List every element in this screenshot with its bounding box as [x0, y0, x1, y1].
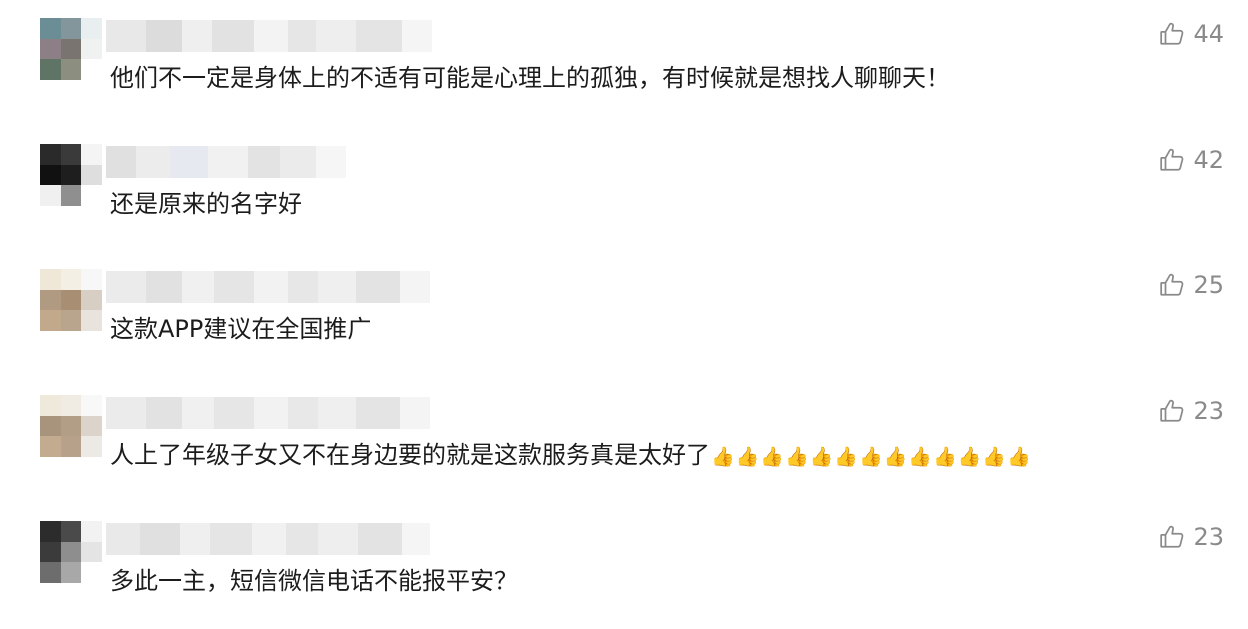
- like-count: 44: [1193, 20, 1224, 48]
- comment-item: 多此一主，短信微信电话不能报平安？ 23: [0, 503, 1248, 629]
- thumbs-up-emoji: 👍: [711, 446, 735, 468]
- emoji-row: 👍👍👍👍👍👍👍👍👍👍👍👍👍: [710, 441, 1031, 469]
- thumbs-up-emoji: 👍: [933, 446, 957, 468]
- username-blurred[interactable]: [106, 146, 346, 178]
- avatar[interactable]: [40, 395, 102, 457]
- comment-item: 还是原来的名字好 42: [0, 126, 1248, 252]
- avatar[interactable]: [40, 269, 102, 331]
- like-button[interactable]: 44: [1159, 20, 1224, 48]
- like-count: 42: [1193, 146, 1224, 174]
- like-button[interactable]: 25: [1159, 271, 1224, 299]
- comment-text: 人上了年级子女又不在身边要的就是这款服务真是太好了👍👍👍👍👍👍👍👍👍👍👍👍👍: [110, 439, 1031, 473]
- comment-item: 这款APP建议在全国推广 25: [0, 251, 1248, 377]
- comment-text: 这款APP建议在全国推广: [110, 315, 372, 343]
- thumbs-up-emoji: 👍: [908, 446, 933, 468]
- thumbs-up-emoji: 👍: [809, 446, 834, 468]
- avatar[interactable]: [40, 144, 102, 206]
- thumbs-up-icon: [1160, 525, 1184, 548]
- thumbs-up-emoji: 👍: [785, 446, 809, 468]
- username-blurred[interactable]: [106, 397, 430, 429]
- comment-text: 他们不一定是身体上的不适有可能是心理上的孤独，有时候就是想找人聊聊天！: [110, 64, 950, 92]
- like-button[interactable]: 42: [1159, 146, 1224, 174]
- thumbs-up-emoji: 👍: [982, 446, 1007, 468]
- comment-text: 还是原来的名字好: [110, 190, 302, 218]
- comment-item: 人上了年级子女又不在身边要的就是这款服务真是太好了👍👍👍👍👍👍👍👍👍👍👍👍👍 2…: [0, 377, 1248, 503]
- comment-item: 他们不一定是身体上的不适有可能是心理上的孤独，有时候就是想找人聊聊天！ 44: [0, 0, 1248, 126]
- username-blurred[interactable]: [106, 271, 430, 303]
- thumbs-up-icon: [1160, 273, 1184, 296]
- like-button[interactable]: 23: [1159, 523, 1224, 551]
- thumbs-up-emoji: 👍: [859, 446, 883, 468]
- thumbs-up-icon: [1160, 399, 1184, 422]
- like-count: 25: [1193, 271, 1224, 299]
- like-count: 23: [1193, 397, 1224, 425]
- avatar[interactable]: [40, 18, 102, 80]
- thumbs-up-emoji: 👍: [1007, 446, 1031, 468]
- like-button[interactable]: 23: [1159, 397, 1224, 425]
- comment-text: 多此一主，短信微信电话不能报平安？: [110, 567, 518, 595]
- thumbs-up-emoji: 👍: [735, 446, 760, 468]
- thumbs-up-icon: [1160, 22, 1184, 45]
- avatar[interactable]: [40, 521, 102, 583]
- thumbs-up-emoji: 👍: [957, 446, 982, 468]
- thumbs-up-emoji: 👍: [760, 446, 785, 468]
- thumbs-up-emoji: 👍: [834, 446, 859, 468]
- thumbs-up-emoji: 👍: [883, 446, 908, 468]
- like-count: 23: [1193, 523, 1224, 551]
- comment-text-body: 人上了年级子女又不在身边要的就是这款服务真是太好了: [110, 441, 710, 469]
- username-blurred[interactable]: [106, 523, 430, 555]
- username-blurred[interactable]: [106, 20, 432, 52]
- thumbs-up-icon: [1160, 148, 1184, 171]
